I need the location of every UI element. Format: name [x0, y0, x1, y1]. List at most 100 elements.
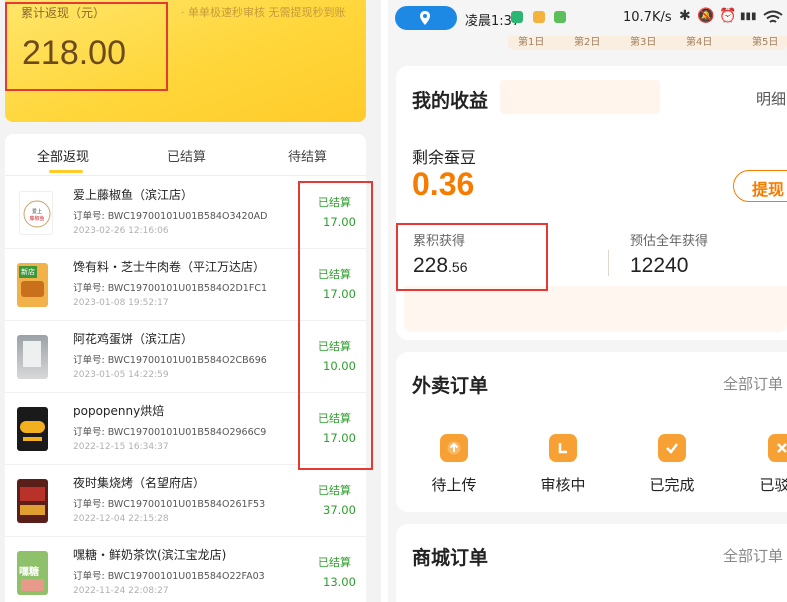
cashback-amount: 13.00 — [323, 575, 356, 589]
shop-thumbnail — [17, 335, 48, 379]
status-label: 审核中 — [540, 476, 586, 494]
status-label: 已完成 — [649, 476, 695, 494]
order-row[interactable]: 阿花鸡蛋饼（滨江店） 订单号: BWC19700101U01B584O2CB69… — [5, 321, 366, 393]
shop-thumbnail — [17, 407, 48, 451]
mute-bell-icon: 🔕 — [697, 8, 715, 24]
shop-thumbnail: 嘿糖 — [17, 551, 48, 595]
order-number: 订单号: BWC19700101U01B584O22FA03 — [73, 571, 265, 582]
header-note: · 单单极速秒审核 无需提现秒到账 — [181, 6, 346, 19]
cashback-amount: 17.00 — [323, 287, 356, 301]
location-pin-icon — [420, 11, 430, 25]
earnings-title: 我的收益 — [412, 90, 489, 112]
active-tab-indicator — [49, 170, 83, 173]
tab-all-cashback[interactable]: 全部返现 — [37, 146, 89, 165]
new-shop-tag: 新店 — [19, 266, 37, 278]
cashback-amount: 10.00 — [323, 359, 356, 373]
order-date: 2022-12-15 16:34:37 — [73, 442, 169, 452]
accumulated-decimal: .56 — [448, 259, 468, 275]
order-date: 2023-01-05 14:22:59 — [73, 370, 169, 380]
status-pending-upload[interactable]: 待上传 — [414, 434, 494, 495]
app-icon — [554, 11, 566, 23]
check-icon — [658, 434, 686, 462]
shop-name: 阿花鸡蛋饼（滨江店） — [73, 332, 194, 346]
wifi-icon — [763, 10, 783, 23]
l-shape-icon — [549, 434, 577, 462]
status-completed[interactable]: 已完成 — [632, 434, 712, 495]
annual-estimate-label: 预估全年获得 — [630, 234, 709, 249]
cashback-tabs: 全部返现 已结算 待结算 — [5, 134, 366, 176]
signal-icon: ▮▮▮ — [740, 11, 757, 22]
status-label: 待上传 — [431, 476, 477, 494]
cumulative-cashback-label: 累计返现（元） — [21, 6, 106, 20]
right-earnings-panel: 第1日 第2日 第3日 第4日 第5日 凌晨1:37 10.7K/s ✱ 🔕 ⏰… — [388, 0, 787, 602]
settlement-status: 已结算 — [318, 556, 351, 569]
svg-text:爱上: 爱上 — [32, 208, 42, 215]
shop-logo-text: 嘿糖 — [19, 567, 39, 578]
status-label: 已驳回 — [759, 476, 787, 494]
message-icon — [533, 11, 545, 23]
shield-icon — [511, 11, 523, 23]
order-row[interactable]: 新店 馋有料・芝士牛肉卷（平江万达店） 订单号: BWC19700101U01B… — [5, 249, 366, 321]
accumulated-integer: 228 — [413, 254, 449, 277]
settlement-status: 已结算 — [318, 484, 351, 497]
settlement-status: 已结算 — [318, 412, 351, 425]
annual-estimate-value: 12240 — [630, 254, 689, 277]
order-number: 订单号: BWC19700101U01B584O2D1FC1 — [73, 283, 267, 294]
shop-thumbnail: 爱上 藤椒鱼 — [19, 191, 53, 235]
cashback-list-card: 全部返现 已结算 待结算 爱上 藤椒鱼 爱上藤椒鱼（滨江店） 订单号: BWC1… — [5, 134, 366, 602]
shop-name: 馋有料・芝士牛肉卷（平江万达店） — [73, 260, 266, 274]
my-earnings-card: 我的收益 明细 剩余蚕豆 0.36 提现 累积获得 228.56 预估全年获得 … — [396, 66, 787, 340]
earnings-stats: 累积获得 228.56 预估全年获得 12240 — [404, 220, 787, 332]
settlement-status: 已结算 — [318, 268, 351, 281]
cashback-amount: 17.00 — [323, 431, 356, 445]
stats-divider — [608, 250, 609, 276]
order-row[interactable]: 爱上 藤椒鱼 爱上藤椒鱼（滨江店） 订单号: BWC19700101U01B58… — [5, 177, 366, 249]
status-reviewing[interactable]: 审核中 — [523, 434, 603, 495]
shop-logo-icon: 爱上 藤椒鱼 — [23, 200, 51, 228]
location-pill — [395, 6, 457, 30]
remaining-beans-label: 剩余蚕豆 — [412, 148, 477, 167]
order-row[interactable]: 夜时集烧烤（名望府店） 订单号: BWC19700101U01B584O261F… — [5, 465, 366, 537]
tab-pending[interactable]: 待结算 — [288, 146, 327, 165]
order-row[interactable]: popopenny烘焙 订单号: BWC19700101U01B584O2966… — [5, 393, 366, 465]
cashback-amount: 17.00 — [323, 215, 356, 229]
settlement-status: 已结算 — [318, 340, 351, 353]
cashback-summary-header: 累计返现（元） 218.00 · 单单极速秒审核 无需提现秒到账 — [5, 0, 366, 122]
shop-name: popopenny烘焙 — [73, 404, 165, 418]
order-date: 2023-01-08 19:52:17 — [73, 298, 169, 308]
mall-orders-title: 商城订单 — [412, 547, 489, 569]
order-number: 订单号: BWC19700101U01B584O2CB696 — [73, 355, 267, 366]
phone-status-bar: 凌晨1:37 10.7K/s ✱ 🔕 ⏰ ▮▮▮ — [388, 0, 787, 36]
withdraw-button[interactable]: 提现 — [733, 170, 787, 202]
shop-name: 嘿糖・鲜奶茶饮(滨江宝龙店) — [73, 548, 227, 562]
takeout-all-orders-link[interactable]: 全部订单 — [723, 373, 783, 394]
title-banner — [500, 80, 660, 114]
order-row[interactable]: 嘿糖 嘿糖・鲜奶茶饮(滨江宝龙店) 订单号: BWC19700101U01B58… — [5, 537, 366, 602]
remaining-beans-value: 0.36 — [412, 166, 475, 202]
accumulated-label: 累积获得 — [413, 234, 466, 249]
order-date: 2022-11-24 22:08:27 — [73, 586, 169, 596]
arrow-up-icon — [440, 434, 468, 462]
order-date: 2022-12-04 22:15:28 — [73, 514, 169, 524]
takeout-orders-card: 外卖订单 全部订单 待上传 审核中 已完成 已驳回 — [396, 352, 787, 512]
cumulative-cashback-value: 218.00 — [22, 34, 126, 72]
order-date: 2023-02-26 12:16:06 — [73, 226, 169, 236]
shop-name: 爱上藤椒鱼（滨江店） — [73, 188, 194, 202]
cashback-amount: 37.00 — [323, 503, 356, 517]
earnings-detail-link[interactable]: 明细 — [756, 88, 786, 109]
status-rejected[interactable]: 已驳回 — [742, 434, 787, 495]
x-icon — [768, 434, 787, 462]
shop-thumbnail — [17, 479, 48, 523]
alarm-icon: ⏰ — [719, 8, 737, 24]
takeout-orders-title: 外卖订单 — [412, 375, 489, 397]
network-speed: 10.7K/s — [623, 10, 672, 25]
shop-thumbnail: 新店 — [17, 263, 48, 307]
svg-text:藤椒鱼: 藤椒鱼 — [29, 215, 44, 222]
left-cashback-panel: 累计返现（元） 218.00 · 单单极速秒审核 无需提现秒到账 全部返现 已结… — [0, 0, 381, 602]
tab-settled[interactable]: 已结算 — [167, 146, 206, 165]
order-number: 订单号: BWC19700101U01B584O261F53 — [73, 499, 266, 510]
accumulated-value: 228.56 — [413, 254, 468, 278]
order-number: 订单号: BWC19700101U01B584O2966C9 — [73, 427, 267, 438]
settlement-status: 已结算 — [318, 196, 351, 209]
mall-all-orders-link[interactable]: 全部订单 — [723, 545, 783, 566]
